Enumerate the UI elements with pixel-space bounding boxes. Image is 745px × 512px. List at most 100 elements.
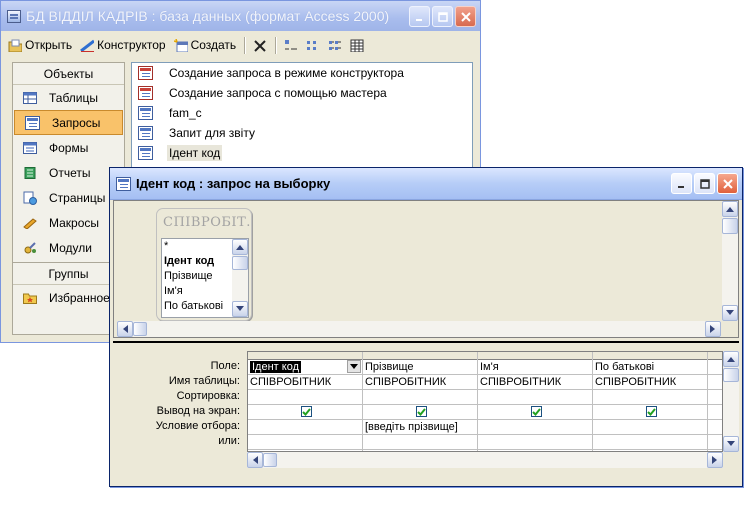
show-checkbox[interactable]: [645, 406, 657, 417]
nav-item-queries[interactable]: Запросы: [14, 110, 123, 135]
query-close-button[interactable]: [717, 173, 738, 194]
grid-vscroll[interactable]: [723, 351, 739, 452]
scroll-up-button[interactable]: [232, 239, 248, 255]
column-selector[interactable]: [248, 352, 362, 360]
table-pane-hscroll[interactable]: [117, 321, 721, 337]
large-icons-button[interactable]: [281, 37, 301, 54]
scroll-thumb[interactable]: [722, 218, 738, 234]
or-cell[interactable]: [248, 435, 362, 450]
list-item[interactable]: Запит для звіту: [132, 123, 472, 143]
table-cell[interactable]: СПІВРОБІТНИК: [248, 375, 362, 390]
nav-item-reports[interactable]: Отчеты: [13, 160, 124, 185]
column-selector[interactable]: [593, 352, 707, 360]
list-item[interactable]: Создание запроса в режиме конструктора: [132, 63, 472, 83]
show-cell[interactable]: [478, 405, 592, 420]
query-window-titlebar[interactable]: Ідент код : запрос на выборку: [110, 168, 742, 200]
scroll-thumb[interactable]: [723, 368, 739, 382]
list-item[interactable]: Ідент код: [132, 143, 472, 163]
grid-column[interactable]: Ім'я СПІВРОБІТНИК: [478, 352, 593, 451]
close-button[interactable]: [455, 6, 476, 27]
show-cell[interactable]: [593, 405, 707, 420]
field-item[interactable]: Ім'я: [162, 284, 232, 299]
table-field-list[interactable]: * Ідент код Прізвище Ім'я По батькові: [161, 238, 249, 318]
criteria-cell[interactable]: [введіть прізвище]: [363, 420, 477, 435]
table-cell[interactable]: СПІВРОБІТНИК: [478, 375, 592, 390]
show-checkbox[interactable]: [415, 406, 427, 417]
grid-hscroll[interactable]: [247, 452, 723, 468]
scroll-down-button[interactable]: [232, 301, 248, 317]
table-cell[interactable]: [708, 375, 722, 390]
maximize-button[interactable]: [432, 6, 453, 27]
design-button[interactable]: Конструктор: [77, 36, 168, 54]
field-dropdown-button[interactable]: [347, 360, 361, 373]
query-minimize-button[interactable]: [671, 173, 692, 194]
create-button[interactable]: Создать: [171, 36, 240, 54]
small-icons-button[interactable]: [303, 37, 323, 54]
column-selector[interactable]: [363, 352, 477, 360]
list-view-button[interactable]: [325, 37, 345, 54]
nav-item-tables[interactable]: Таблицы: [13, 85, 124, 110]
list-item[interactable]: Создание запроса с помощью мастера: [132, 83, 472, 103]
nav-item-macros[interactable]: Макросы: [13, 210, 124, 235]
details-view-button[interactable]: [347, 37, 367, 54]
query-maximize-button[interactable]: [694, 173, 715, 194]
criteria-cell[interactable]: [593, 420, 707, 435]
criteria-cell[interactable]: [248, 420, 362, 435]
sort-cell[interactable]: [708, 390, 722, 405]
nav-item-forms[interactable]: Формы: [13, 135, 124, 160]
minimize-button[interactable]: [409, 6, 430, 27]
grid-column[interactable]: Ідент код СПІВРОБІТНИК: [248, 352, 363, 451]
field-cell[interactable]: [708, 360, 722, 375]
sort-cell[interactable]: [478, 390, 592, 405]
scroll-down-button[interactable]: [722, 305, 738, 321]
or-cell[interactable]: [478, 435, 592, 450]
scroll-left-button[interactable]: [247, 452, 263, 468]
column-selector[interactable]: [478, 352, 592, 360]
table-cell[interactable]: СПІВРОБІТНИК: [593, 375, 707, 390]
query-design-window[interactable]: Ідент код : запрос на выборку СПІВРОБІТ.…: [109, 167, 743, 487]
delete-button[interactable]: [250, 37, 270, 54]
scroll-thumb[interactable]: [263, 453, 277, 467]
field-cell[interactable]: По батькові: [593, 360, 707, 375]
criteria-cell[interactable]: [478, 420, 592, 435]
show-cell[interactable]: [708, 405, 722, 420]
scroll-left-button[interactable]: [117, 321, 133, 337]
scroll-up-button[interactable]: [722, 201, 738, 217]
scroll-up-button[interactable]: [723, 351, 739, 367]
grid-column[interactable]: [708, 352, 722, 451]
design-grid[interactable]: Ідент код СПІВРОБІТНИК Прізвище СПІВРОБІ…: [247, 351, 723, 452]
field-item[interactable]: *: [162, 239, 232, 254]
grid-column[interactable]: Прізвище СПІВРОБІТНИК [введіть прізвище]: [363, 352, 478, 451]
or-cell[interactable]: [593, 435, 707, 450]
field-item[interactable]: По батькові: [162, 299, 232, 314]
table-pane[interactable]: СПІВРОБІТ... * Ідент код Прізвище Ім'я П…: [113, 200, 739, 338]
criteria-cell[interactable]: [708, 420, 722, 435]
list-item[interactable]: fam_c: [132, 103, 472, 123]
or-cell[interactable]: [363, 435, 477, 450]
table-cell[interactable]: СПІВРОБІТНИК: [363, 375, 477, 390]
table-field-list-box[interactable]: СПІВРОБІТ... * Ідент код Прізвище Ім'я П…: [156, 208, 252, 321]
scroll-thumb[interactable]: [232, 256, 248, 270]
database-window-titlebar[interactable]: БД ВІДДІЛ КАДРІВ : база данных (формат A…: [1, 1, 480, 31]
column-selector[interactable]: [708, 352, 722, 360]
nav-item-pages[interactable]: Страницы: [13, 185, 124, 210]
open-button[interactable]: Открыть: [5, 36, 75, 54]
field-cell[interactable]: Ім'я: [478, 360, 592, 375]
show-cell[interactable]: [248, 405, 362, 420]
sort-cell[interactable]: [363, 390, 477, 405]
nav-item-modules[interactable]: Модули: [13, 235, 124, 260]
or-cell[interactable]: [708, 435, 722, 450]
show-cell[interactable]: [363, 405, 477, 420]
show-checkbox[interactable]: [300, 406, 312, 417]
field-item[interactable]: Ідент код: [162, 254, 232, 269]
show-checkbox[interactable]: [530, 406, 542, 417]
field-item[interactable]: Прізвище: [162, 269, 232, 284]
scroll-down-button[interactable]: [723, 436, 739, 452]
grid-column[interactable]: По батькові СПІВРОБІТНИК: [593, 352, 708, 451]
field-cell[interactable]: Ідент код: [248, 360, 362, 375]
scroll-thumb[interactable]: [133, 322, 147, 336]
scroll-right-button[interactable]: [705, 321, 721, 337]
field-cell[interactable]: Прізвище: [363, 360, 477, 375]
nav-item-favorites[interactable]: Избранное: [13, 285, 124, 310]
field-list-scrollbar[interactable]: [232, 239, 248, 317]
